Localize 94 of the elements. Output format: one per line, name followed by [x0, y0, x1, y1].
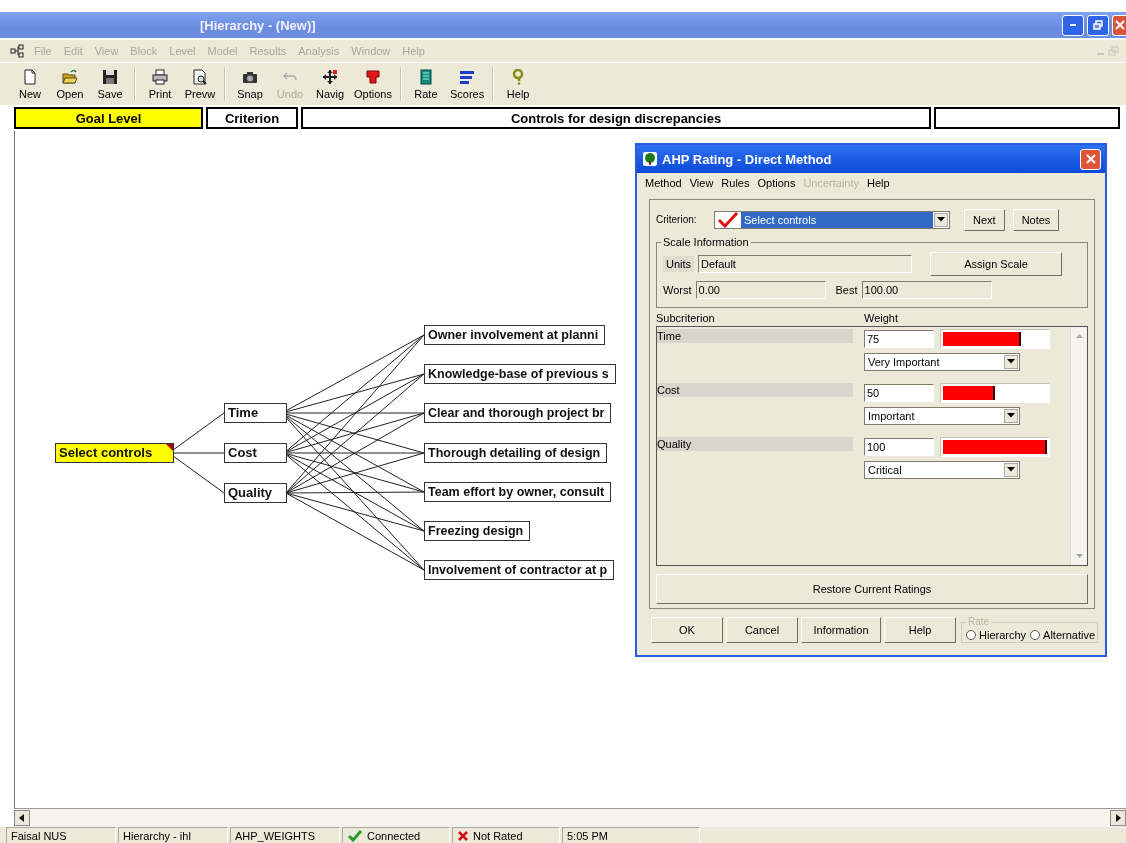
alternative-node[interactable]: Owner involvement at planni [424, 325, 606, 345]
dialog-button[interactable]: Cancel [726, 617, 798, 643]
checkmark-icon [347, 829, 363, 842]
window-title: [Hierarchy - (New)] [200, 17, 316, 33]
printer-icon [152, 68, 168, 85]
toolbar-button[interactable]: Scores [445, 66, 489, 102]
dialog-button[interactable]: OK [651, 617, 723, 643]
minimize-icon [1070, 24, 1076, 26]
toolbar-button[interactable]: New [10, 66, 50, 102]
checkmark-icon [717, 211, 739, 228]
radio-option[interactable]: Hierarchy [966, 629, 1027, 641]
status-text: Not Rated [473, 829, 523, 842]
worst-label: Worst [663, 283, 692, 296]
goal-node[interactable]: Select controls [55, 443, 174, 463]
dialog-button[interactable]: Help [884, 617, 956, 643]
alternative-node[interactable]: Clear and thorough project br [424, 403, 612, 423]
best-field[interactable]: 100.00 [861, 280, 992, 299]
preview-icon [192, 68, 208, 85]
units-field[interactable]: Default [698, 254, 913, 273]
rating-icon [417, 68, 434, 85]
criterion-node[interactable]: Quality [224, 483, 287, 503]
level-cell[interactable]: Criterion [206, 107, 298, 129]
menu-item[interactable]: Method [641, 177, 686, 189]
down-arrow-icon [1074, 553, 1084, 560]
alternative-node[interactable]: Thorough detailing of design [424, 443, 608, 463]
weight-field[interactable]: 75 [864, 329, 934, 348]
options-icon [364, 68, 381, 85]
menu-item[interactable]: Help [863, 177, 894, 189]
intensity-dropdown[interactable]: Critical [864, 460, 1020, 479]
minimize-button[interactable] [1062, 14, 1084, 36]
restore-button[interactable] [1087, 14, 1109, 36]
subcriterion-name: Time [657, 328, 853, 343]
navigation-icon [322, 68, 338, 85]
toolbar-button[interactable]: Help [498, 66, 539, 102]
column-header: Weight [864, 311, 899, 326]
notes-button[interactable]: Notes [1012, 208, 1060, 231]
status-text: Connected [367, 829, 421, 842]
alternative-node[interactable]: Knowledge-base of previous s [424, 364, 616, 384]
worst-field[interactable]: 0.00 [695, 280, 826, 299]
subcriterion-name: Quality [657, 436, 853, 451]
cross-icon [457, 829, 469, 842]
criterion-label: Criterion: [656, 214, 698, 226]
restore-ratings-button[interactable]: Restore Current Ratings [656, 574, 1088, 604]
units-label: Units [663, 255, 695, 272]
best-label: Best [835, 283, 858, 296]
column-header: Subcriterion [656, 311, 716, 326]
intensity-dropdown[interactable]: Very Important [864, 352, 1020, 371]
status-text: Faisal NUS [11, 829, 67, 842]
weight-field[interactable]: 50 [864, 383, 934, 402]
toolbar-button[interactable]: Options [350, 66, 396, 102]
restore-icon [1093, 20, 1103, 30]
level-cell[interactable]: Goal Level [14, 107, 203, 129]
alternative-node[interactable]: Freezing design [424, 521, 531, 541]
menu-item[interactable]: Rules [717, 177, 754, 189]
bar-chart-icon [459, 68, 476, 85]
toolbar-button[interactable]: Prevw [180, 66, 220, 102]
scrollbar[interactable] [14, 808, 1126, 827]
toolbar-button[interactable]: Print [140, 66, 180, 102]
close-button[interactable] [1080, 148, 1101, 170]
criterion-node[interactable]: Cost [224, 443, 287, 463]
toolbar-button[interactable]: Save [90, 66, 130, 102]
next-button[interactable]: Next [964, 208, 1005, 231]
folder-icon [62, 68, 78, 85]
alternative-node[interactable]: Team effort by owner, consult [424, 482, 612, 502]
toolbar-button[interactable]: Open [50, 66, 90, 102]
dialog-title: AHP Rating - Direct Method [662, 151, 832, 167]
intensity-dropdown[interactable]: Important [864, 406, 1020, 425]
status-text: 5:05 PM [567, 829, 608, 842]
toolbar-button[interactable]: Navig [310, 66, 350, 102]
status-text: Hierarchy - ihl [123, 829, 191, 842]
status-text: AHP_WEIGHTS [235, 829, 316, 842]
up-arrow-icon [1074, 332, 1084, 339]
menu-item[interactable]: View [685, 177, 718, 189]
tree-icon [643, 152, 657, 166]
groupbox-label: Scale Information [661, 235, 751, 248]
menu-item[interactable]: Options [753, 177, 800, 189]
close-button[interactable] [1112, 14, 1126, 36]
app-icon [10, 44, 24, 58]
restore-icon [1108, 46, 1120, 56]
weight-field[interactable]: 100 [864, 437, 934, 456]
dialog-button[interactable]: Information [801, 617, 881, 643]
assign-scale-button[interactable]: Assign Scale [930, 251, 1063, 276]
minimize-icon [1097, 53, 1104, 55]
criterion-node[interactable]: Time [224, 403, 287, 423]
level-cell[interactable]: Controls for design discrepancies [301, 107, 931, 129]
alternative-node[interactable]: Involvement of contractor at p [424, 560, 615, 580]
close-icon [1114, 20, 1125, 30]
subcriterion-name: Cost [657, 382, 853, 397]
toolbar-button[interactable]: Snap [230, 66, 270, 102]
criterion-dropdown[interactable]: Select controls [714, 210, 950, 229]
close-icon [1084, 153, 1097, 165]
toolbar-button[interactable]: Rate [405, 66, 446, 102]
radio-option[interactable]: Alternative [1030, 629, 1096, 641]
page-icon [22, 68, 38, 85]
